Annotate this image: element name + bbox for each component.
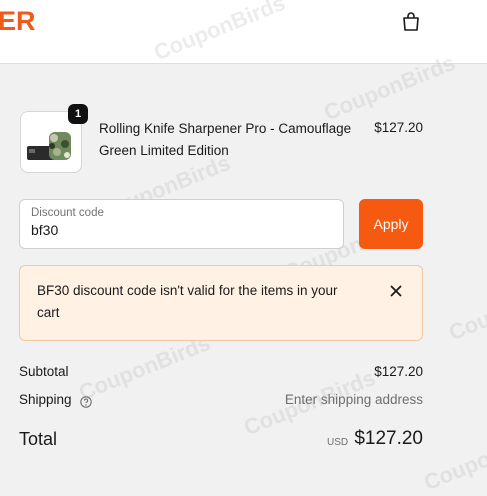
- alert-message: BF30 discount code isn't valid for the i…: [37, 283, 338, 320]
- subtotal-label: Subtotal: [19, 364, 69, 379]
- header: ER: [0, 0, 487, 64]
- shipping-label: Shipping: [19, 392, 72, 407]
- discount-error-alert: BF30 discount code isn't valid for the i…: [19, 265, 423, 341]
- watermark: CouponBirds: [75, 329, 214, 406]
- discount-code-input[interactable]: Discount code bf30: [19, 199, 344, 249]
- product-price: $127.20: [374, 120, 423, 135]
- total-value: $127.20: [354, 428, 423, 449]
- discount-code-value[interactable]: bf30: [31, 222, 58, 238]
- watermark: CouponBirds: [420, 419, 487, 496]
- total-label: Total: [19, 429, 58, 449]
- close-icon[interactable]: [389, 284, 403, 298]
- currency-code: USD: [327, 437, 349, 448]
- discount-code-label: Discount code: [31, 207, 104, 219]
- apply-button[interactable]: Apply: [359, 199, 423, 249]
- watermark: CouponBirds: [445, 269, 487, 346]
- subtotal-value: $127.20: [374, 364, 423, 379]
- store-logo[interactable]: ER: [0, 6, 36, 37]
- product-name: Rolling Knife Sharpener Pro - Camouflage…: [99, 121, 352, 158]
- shipping-value: Enter shipping address: [284, 392, 423, 407]
- quantity-badge: 1: [68, 104, 88, 124]
- shopping-bag-icon[interactable]: [399, 10, 423, 34]
- help-icon[interactable]: [80, 396, 92, 408]
